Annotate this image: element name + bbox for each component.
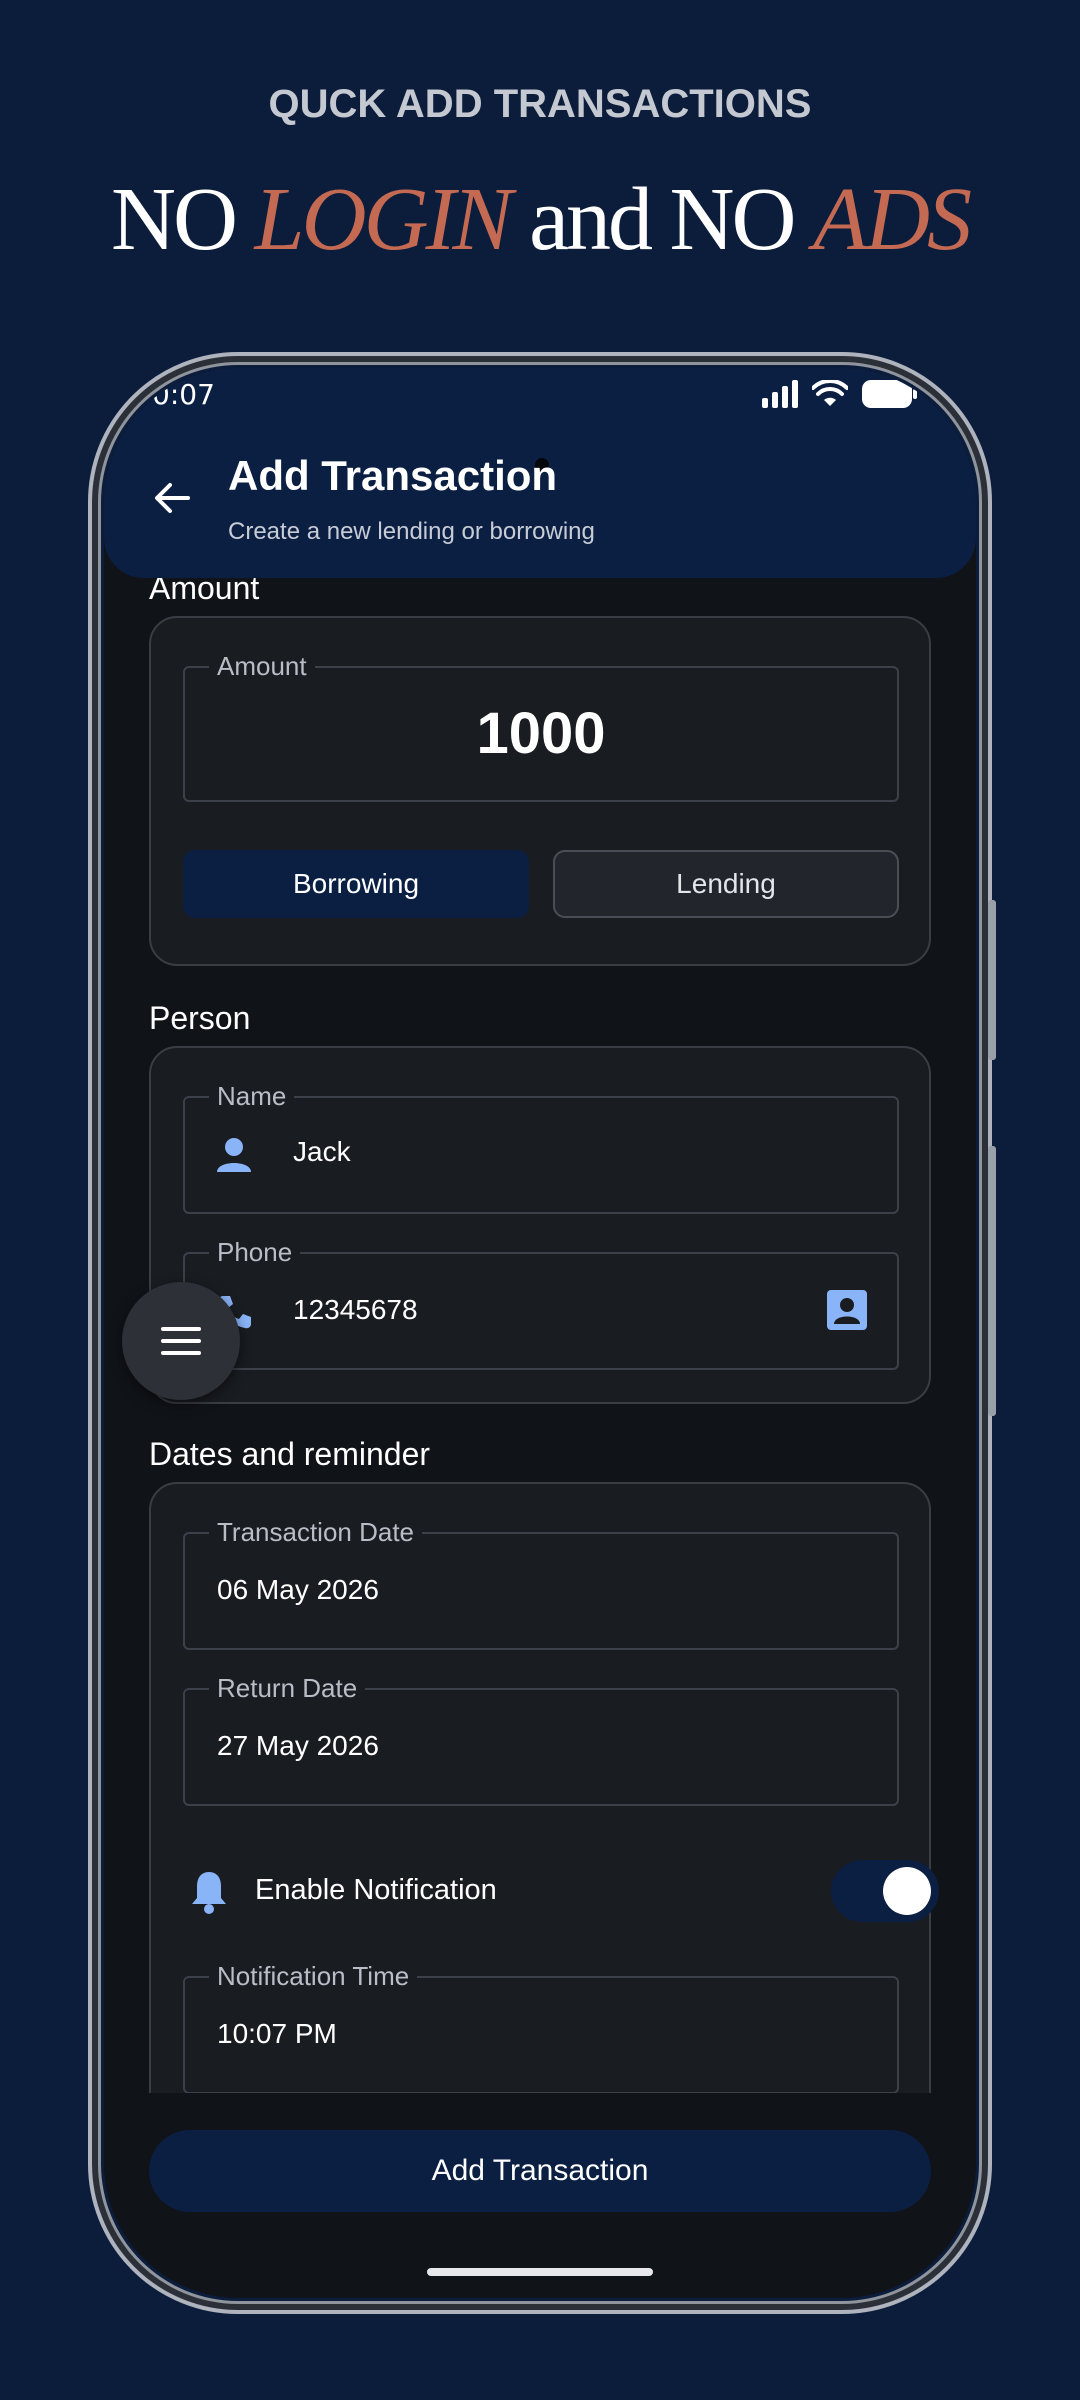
phone-field[interactable]: Phone 12345678 — [183, 1237, 899, 1370]
amount-card: Amount 1000 Borrowing Lending — [149, 616, 931, 966]
transaction-date-label: Transaction Date — [209, 1517, 423, 1548]
promo-title-part: NO — [111, 170, 255, 269]
name-field-label: Name — [209, 1081, 295, 1112]
promo-title-accent-login: LOGIN — [254, 170, 513, 269]
person-icon — [217, 1138, 251, 1172]
back-arrow-icon[interactable] — [152, 478, 192, 518]
name-value[interactable]: Jack — [293, 1136, 351, 1168]
borrowing-button[interactable]: Borrowing — [183, 850, 529, 918]
lending-button[interactable]: Lending — [553, 850, 899, 918]
notification-time-value[interactable]: 10:07 PM — [217, 2018, 337, 2050]
transaction-date-value[interactable]: 06 May 2026 — [217, 1574, 379, 1606]
contact-picker-icon[interactable] — [827, 1290, 867, 1330]
promo-title-part: and NO — [509, 170, 813, 269]
page-title: Add Transaction — [228, 452, 558, 499]
amount-field-label: Amount — [209, 651, 315, 682]
enable-notification-label: Enable Notification — [255, 1874, 497, 1906]
name-field[interactable]: Name Jack — [183, 1081, 899, 1214]
section-title-person: Person — [149, 1000, 251, 1036]
return-date-value[interactable]: 27 May 2026 — [217, 1730, 379, 1762]
notification-time-label: Notification Time — [209, 1961, 418, 1992]
home-indicator[interactable] — [427, 2268, 653, 2276]
app-screen: 0:07 Add Transaction Create a new lendin… — [104, 368, 976, 2298]
app-bar: 0:07 Add Transaction Create a new lendin… — [104, 368, 976, 578]
promo-title-accent-ads: ADS — [813, 170, 972, 269]
hamburger-menu-icon — [161, 1327, 201, 1355]
battery-icon — [862, 380, 917, 408]
section-title-dates: Dates and reminder — [149, 1436, 431, 1472]
status-time: 0:07 — [152, 378, 215, 411]
notification-toggle[interactable] — [831, 1860, 939, 1922]
notification-time-field[interactable]: Notification Time 10:07 PM — [183, 1961, 899, 2094]
phone-side-button — [988, 900, 996, 1060]
promo-title: NO LOGIN and NO ADS — [0, 168, 1080, 271]
phone-side-button — [988, 1146, 996, 1416]
return-date-label: Return Date — [209, 1673, 366, 1704]
amount-field[interactable]: Amount 1000 — [183, 651, 899, 802]
bell-icon — [192, 1872, 226, 1914]
transaction-date-field[interactable]: Transaction Date 06 May 2026 — [183, 1517, 899, 1650]
add-transaction-button[interactable]: Add Transaction — [149, 2130, 931, 2212]
menu-fab-button[interactable] — [122, 1282, 240, 1400]
wifi-icon — [812, 380, 848, 406]
amount-value[interactable]: 1000 — [185, 700, 897, 767]
toggle-knob — [883, 1867, 931, 1915]
page-subtitle: Create a new lending or borrowing — [228, 518, 595, 545]
dates-card: Transaction Date 06 May 2026 Return Date… — [149, 1482, 939, 2182]
signal-icon — [762, 380, 798, 408]
promo-subtitle: QUCK ADD TRANSACTIONS — [268, 82, 812, 126]
phone-value[interactable]: 12345678 — [293, 1294, 418, 1326]
phone-field-label: Phone — [209, 1237, 301, 1268]
person-card: Name Jack Phone 12345678 — [149, 1046, 931, 1404]
status-icons — [762, 380, 918, 408]
return-date-field[interactable]: Return Date 27 May 2026 — [183, 1673, 899, 1806]
